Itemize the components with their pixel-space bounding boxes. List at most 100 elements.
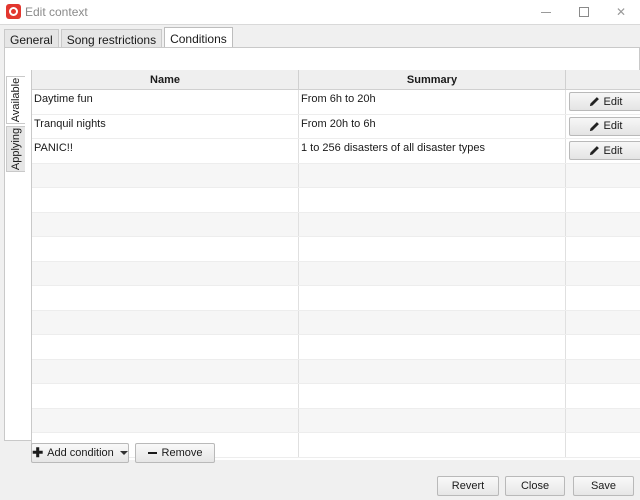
- empty-cell: [32, 163, 299, 187]
- empty-cell: [566, 286, 640, 310]
- dropdown-arrow-icon: [119, 451, 128, 455]
- table-row[interactable]: PANIC!! 1 to 256 disasters of all disast…: [32, 139, 640, 164]
- edit-cell: Edit: [566, 90, 640, 114]
- window-title: Edit context: [25, 5, 88, 19]
- empty-cell: [299, 212, 566, 236]
- table-header: Name Summary: [32, 70, 640, 90]
- side-tab-applying-label: Applying: [10, 127, 23, 171]
- empty-cell: [299, 237, 566, 261]
- empty-table-row: [32, 212, 640, 237]
- app-icon: [6, 4, 21, 19]
- title-bar: Edit context ✕: [0, 0, 640, 24]
- empty-table-row: [32, 408, 640, 433]
- edit-cell: Edit: [566, 115, 640, 139]
- close-button[interactable]: Close: [505, 476, 565, 496]
- side-tab-applying[interactable]: Applying: [6, 126, 25, 172]
- maximize-button[interactable]: [566, 0, 602, 24]
- empty-cell: [566, 262, 640, 286]
- minimize-button[interactable]: [528, 0, 564, 24]
- pencil-icon: [589, 146, 599, 156]
- table-row[interactable]: Daytime fun From 6h to 20h Edit: [32, 90, 640, 115]
- save-button[interactable]: Save: [573, 476, 634, 496]
- column-header-name[interactable]: Name: [32, 70, 299, 90]
- empty-cell: [32, 408, 299, 432]
- table-row[interactable]: Tranquil nights From 20h to 6h Edit: [32, 114, 640, 139]
- empty-cell: [32, 212, 299, 236]
- tab-general[interactable]: General: [4, 29, 59, 49]
- empty-cell: [566, 311, 640, 335]
- empty-cell: [566, 335, 640, 359]
- empty-table-row: [32, 384, 640, 409]
- empty-table-row: [32, 188, 640, 213]
- edit-button[interactable]: Edit: [568, 92, 640, 112]
- empty-cell: [32, 188, 299, 212]
- column-header-summary[interactable]: Summary: [299, 70, 566, 90]
- empty-cell: [32, 384, 299, 408]
- empty-cell: [566, 384, 640, 408]
- condition-summary: 1 to 256 disasters of all disaster types: [299, 139, 566, 163]
- empty-table-row: [32, 261, 640, 286]
- add-condition-label: Add condition: [47, 447, 114, 459]
- empty-cell: [299, 433, 566, 457]
- condition-summary: From 20h to 6h: [299, 114, 566, 138]
- conditions-table: Name Summary Daytime fun From 6h to 20h …: [31, 70, 640, 460]
- add-condition-button[interactable]: ✚ Add condition: [31, 443, 129, 463]
- pencil-icon: [589, 97, 599, 107]
- empty-cell: [299, 310, 566, 334]
- plus-icon: ✚: [32, 445, 44, 460]
- side-tab-available-label: Available: [10, 77, 23, 123]
- main-tabs: General Song restrictions Conditions: [4, 27, 235, 49]
- empty-cell: [299, 384, 566, 408]
- empty-cell: [32, 359, 299, 383]
- edit-label: Edit: [603, 144, 623, 157]
- close-window-button[interactable]: ✕: [603, 0, 639, 24]
- empty-cell: [32, 286, 299, 310]
- tab-song-restrictions[interactable]: Song restrictions: [60, 29, 163, 49]
- remove-label: Remove: [161, 447, 203, 459]
- empty-cell: [566, 237, 640, 261]
- empty-table-row: [32, 286, 640, 311]
- edit-cell: Edit: [566, 139, 640, 163]
- condition-name: Tranquil nights: [32, 114, 299, 138]
- empty-table-row: [32, 335, 640, 360]
- conditions-panel: Name Summary Daytime fun From 6h to 20h …: [4, 47, 640, 460]
- dialog-body: General Song restrictions Conditions Nam…: [0, 24, 640, 500]
- empty-cell: [299, 261, 566, 285]
- empty-cell: [299, 286, 566, 310]
- table-body: Daytime fun From 6h to 20h Edit Tranquil…: [32, 90, 640, 458]
- empty-cell: [32, 310, 299, 334]
- empty-cell: [32, 237, 299, 261]
- column-header-action: [566, 70, 640, 90]
- condition-name: PANIC!!: [32, 139, 299, 163]
- pencil-icon: [589, 121, 599, 131]
- side-tab-available[interactable]: Available: [6, 76, 25, 124]
- minus-icon: [147, 452, 157, 454]
- empty-cell: [299, 188, 566, 212]
- empty-cell: [566, 188, 640, 212]
- empty-cell: [299, 163, 566, 187]
- empty-cell: [32, 261, 299, 285]
- empty-table-row: [32, 310, 640, 335]
- empty-cell: [32, 335, 299, 359]
- edit-label: Edit: [603, 120, 623, 133]
- empty-cell: [566, 433, 640, 457]
- empty-cell: [566, 213, 640, 237]
- empty-cell: [299, 408, 566, 432]
- remove-button[interactable]: Remove: [135, 443, 215, 463]
- minimize-icon: [541, 11, 551, 13]
- revert-button[interactable]: Revert: [437, 476, 499, 496]
- condition-summary: From 6h to 20h: [299, 90, 566, 114]
- close-icon: ✕: [615, 5, 627, 19]
- edit-button[interactable]: Edit: [568, 141, 640, 161]
- maximize-icon: [579, 7, 589, 17]
- empty-table-row: [32, 237, 640, 262]
- empty-table-row: [32, 163, 640, 188]
- condition-name: Daytime fun: [32, 90, 299, 114]
- tab-conditions[interactable]: Conditions: [164, 27, 233, 49]
- empty-table-row: [32, 359, 640, 384]
- empty-cell: [566, 409, 640, 433]
- edit-button[interactable]: Edit: [568, 116, 640, 136]
- empty-cell: [566, 164, 640, 188]
- edit-label: Edit: [603, 95, 623, 108]
- empty-cell: [299, 335, 566, 359]
